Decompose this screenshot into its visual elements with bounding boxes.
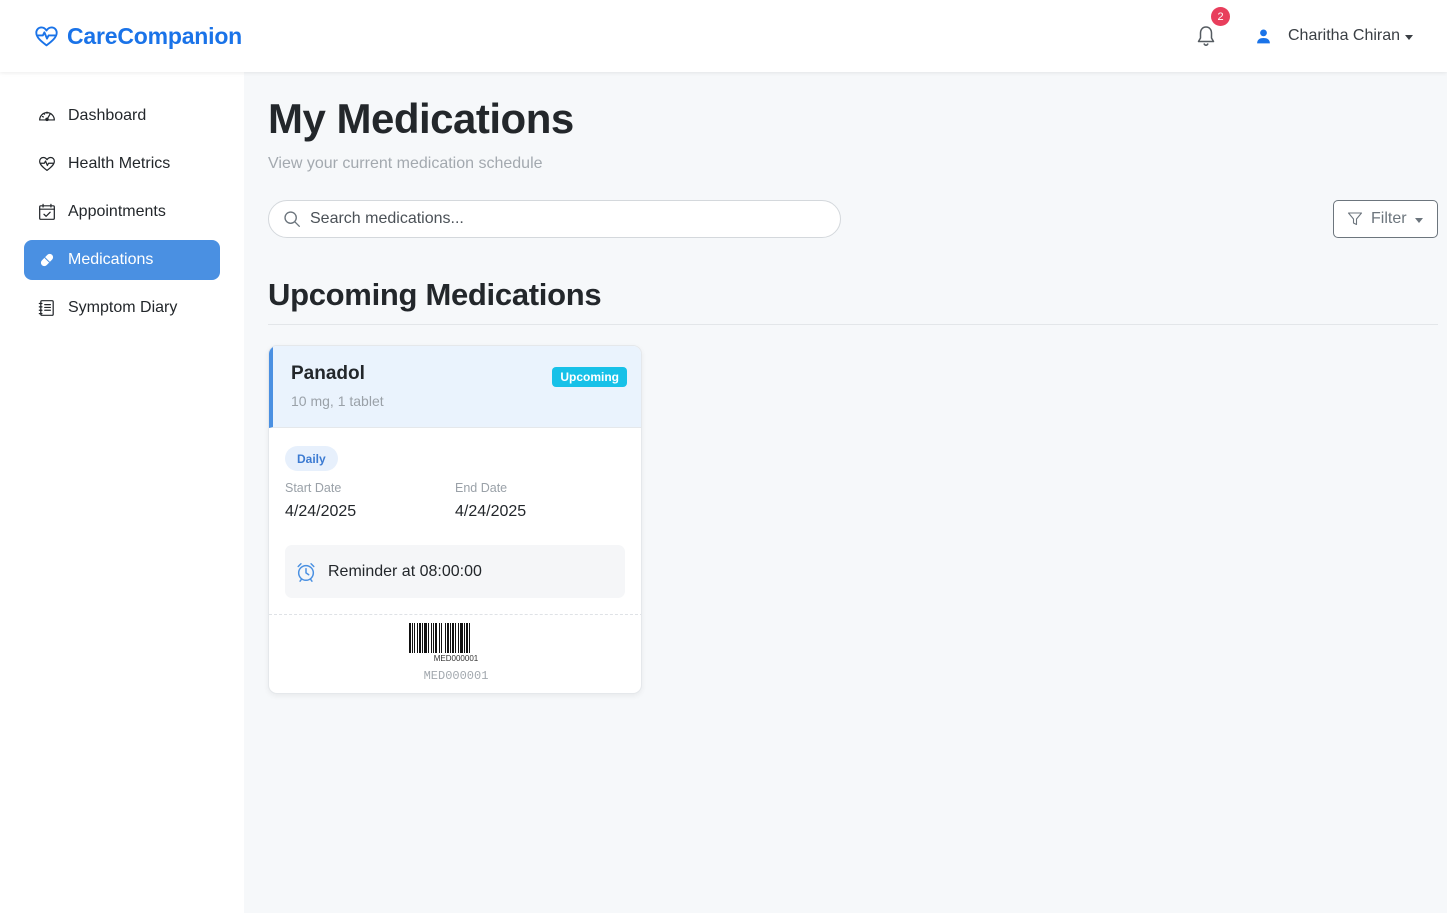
medication-card[interactable]: Panadol 10 mg, 1 tablet Upcoming Daily S… (268, 345, 642, 694)
filter-dropdown-button[interactable]: Filter (1333, 200, 1438, 238)
sidebar-item-label: Health Metrics (68, 155, 171, 172)
sidebar-item-label: Medications (68, 251, 154, 268)
bell-icon (1197, 26, 1215, 46)
sidebar-item-label: Appointments (68, 203, 166, 220)
user-name: Charitha Chiran (1288, 27, 1401, 44)
section-title: Upcoming Medications (268, 277, 602, 312)
main-content: My Medications View your current medicat… (244, 72, 1447, 913)
page-subtitle: View your current medication schedule (268, 155, 543, 172)
funnel-icon (1347, 212, 1363, 226)
page-title: My Medications (268, 95, 574, 142)
reminder-text: Reminder at 08:00:00 (328, 562, 482, 580)
section-divider (268, 324, 1438, 325)
calendar-check-icon (38, 203, 56, 221)
sidebar-item-label: Dashboard (68, 107, 147, 124)
end-date-value: 4/24/2025 (455, 503, 527, 520)
chevron-down-icon (1405, 34, 1414, 40)
sidebar-item-appointments[interactable]: Appointments (24, 192, 220, 232)
medication-dosage: 10 mg, 1 tablet (291, 393, 384, 409)
sidebar-item-medications[interactable]: Medications (24, 240, 220, 280)
top-navbar: CareCompanion 2 Charitha Chiran (0, 0, 1447, 72)
end-date-label: End Date (455, 481, 508, 495)
sidebar-item-health-metrics[interactable]: Health Metrics (24, 144, 220, 184)
brand-name: CareCompanion (67, 22, 243, 49)
notifications-button[interactable] (1194, 24, 1218, 48)
filter-label: Filter (1371, 210, 1407, 227)
alarm-clock-icon (297, 562, 315, 582)
search-box (268, 200, 841, 238)
gauge-icon (38, 107, 56, 125)
sidebar-item-label: Symptom Diary (68, 299, 178, 316)
sidebar: Dashboard Health Metrics Appointments Me… (0, 72, 244, 913)
sidebar-item-dashboard[interactable]: Dashboard (24, 96, 220, 136)
medication-card-header: Panadol 10 mg, 1 tablet Upcoming (269, 346, 641, 428)
person-icon (1257, 28, 1270, 43)
brand-link[interactable]: CareCompanion (34, 22, 242, 50)
capsule-icon (38, 251, 56, 269)
medication-name: Panadol (291, 363, 365, 384)
chevron-down-icon (1414, 217, 1423, 223)
barcode-caption: MED000001 (433, 654, 479, 663)
sidebar-item-symptom-diary[interactable]: Symptom Diary (24, 288, 220, 328)
notification-count-badge: 2 (1211, 7, 1230, 26)
reminder-box: Reminder at 08:00:00 (285, 545, 625, 598)
frequency-badge: Daily (285, 446, 338, 471)
status-badge: Upcoming (552, 367, 627, 387)
start-date-value: 4/24/2025 (285, 503, 357, 520)
medication-code: MED000001 (423, 669, 489, 683)
start-date-label: Start Date (285, 481, 342, 495)
user-menu-toggle[interactable]: Charitha Chiran (1255, 24, 1414, 48)
journal-icon (38, 299, 56, 317)
search-icon (284, 211, 300, 227)
heart-pulse-icon (38, 155, 56, 173)
medication-card-footer: MED000001 MED000001 (269, 614, 641, 693)
barcode-image (409, 623, 470, 653)
heart-pulse-icon (34, 24, 59, 49)
search-input[interactable] (310, 210, 810, 228)
